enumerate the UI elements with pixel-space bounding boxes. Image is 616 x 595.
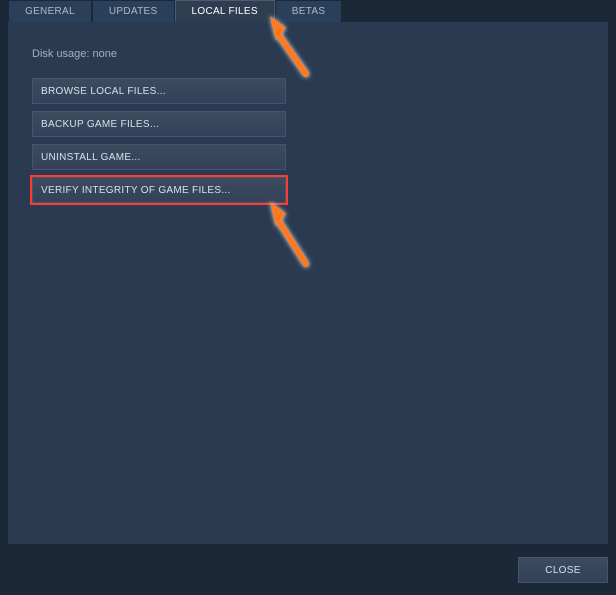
footer: CLOSE: [518, 557, 608, 583]
tabs-bar: GENERAL UPDATES LOCAL FILES BETAS: [0, 0, 616, 22]
tab-general[interactable]: GENERAL: [8, 0, 92, 22]
browse-local-files-button[interactable]: BROWSE LOCAL FILES...: [32, 78, 286, 104]
close-button[interactable]: CLOSE: [518, 557, 608, 583]
tab-betas[interactable]: BETAS: [275, 0, 343, 22]
verify-integrity-button[interactable]: VERIFY INTEGRITY OF GAME FILES...: [32, 177, 286, 203]
uninstall-game-button[interactable]: UNINSTALL GAME...: [32, 144, 286, 170]
tab-local-files[interactable]: LOCAL FILES: [175, 0, 275, 22]
tab-updates[interactable]: UPDATES: [92, 0, 175, 22]
content-panel: Disk usage: none BROWSE LOCAL FILES... B…: [8, 22, 608, 544]
backup-game-files-button[interactable]: BACKUP GAME FILES...: [32, 111, 286, 137]
disk-usage-label: Disk usage: none: [32, 48, 584, 60]
